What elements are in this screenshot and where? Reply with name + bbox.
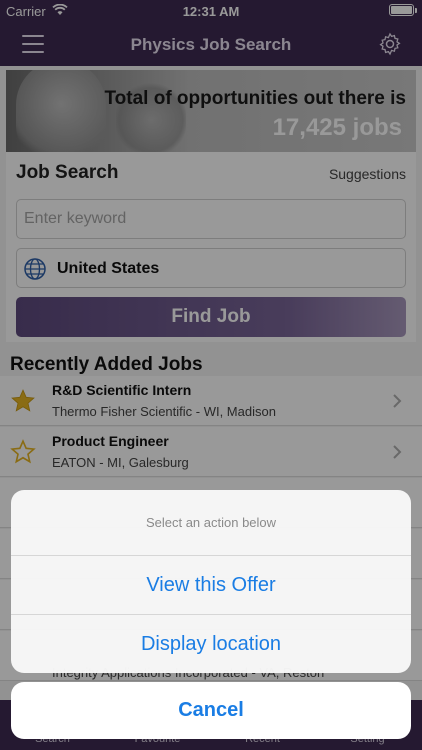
cancel-button[interactable]: Cancel	[11, 682, 411, 739]
display-location-button[interactable]: Display location	[11, 615, 411, 673]
action-sheet-message: Select an action below	[11, 490, 411, 556]
view-offer-button[interactable]: View this Offer	[11, 556, 411, 614]
action-sheet: Select an action below View this Offer D…	[11, 490, 411, 673]
